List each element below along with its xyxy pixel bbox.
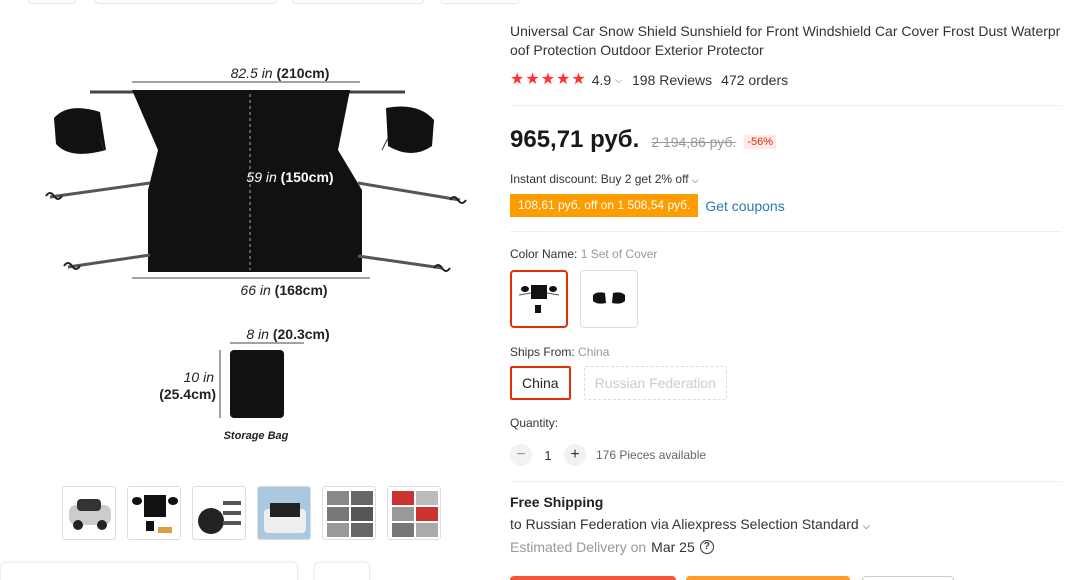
estimated-delivery: Estimated Delivery on Mar 25 ?	[510, 539, 1062, 555]
color-name-row: Color Name: 1 Set of Cover	[510, 247, 1062, 261]
top-tab[interactable]	[28, 0, 76, 4]
shipping-title: Free Shipping	[510, 494, 604, 510]
thumbnail-3[interactable]	[192, 486, 246, 540]
top-tab[interactable]	[292, 0, 424, 4]
reviews-link[interactable]: 198 Reviews	[632, 72, 712, 88]
bottom-card	[314, 562, 370, 580]
quantity-stepper: − 1 + 176 Pieces available	[510, 444, 1062, 466]
bottom-card	[0, 562, 298, 580]
quantity-available: 176 Pieces available	[596, 448, 707, 462]
product-page: 82.5 in (210cm) 59 in (150cm) 66 in (168…	[0, 0, 1078, 580]
rating-value[interactable]: 4.9	[592, 72, 611, 88]
product-title: Universal Car Snow Shield Sunshield for …	[510, 23, 1061, 58]
current-price: 965,71 руб.	[510, 126, 640, 153]
thumbnail-6[interactable]	[387, 486, 441, 540]
star-icon: ★	[510, 71, 525, 88]
star-icon: ★	[525, 71, 540, 88]
label-bag-width: 8 in (20.3cm)	[246, 326, 329, 342]
ships-from-options: China Russian Federation	[510, 366, 1062, 400]
chevron-down-icon: ⌵	[691, 175, 699, 185]
label-storage-bag: Storage Bag	[224, 430, 289, 442]
thumbnail-2[interactable]	[127, 486, 181, 540]
chevron-down-icon[interactable]: ⌵	[615, 75, 622, 86]
delivery-label: Estimated Delivery on	[510, 539, 647, 555]
delivery-date: Mar 25	[651, 539, 695, 555]
coupon-tag: 108,61 руб. off on 1 508,54 руб.	[510, 194, 699, 217]
original-price: 2 194,86 руб.	[651, 134, 737, 150]
wishlist-button[interactable]	[862, 576, 954, 580]
chevron-down-icon: ⌵	[862, 521, 871, 532]
thumbnail-strip	[62, 486, 441, 540]
star-icon: ★	[556, 71, 571, 88]
label-bag-height: 10 in	[184, 369, 215, 385]
label-top-width: 82.5 in (210cm)	[231, 65, 330, 81]
ships-from-row: Ships From: China	[510, 345, 1062, 359]
instant-discount[interactable]: Instant discount: Buy 2 get 2% off ⌵	[510, 172, 1062, 186]
divider	[510, 481, 1062, 482]
thumbnail-4[interactable]	[257, 486, 311, 540]
instant-discount-text: Instant discount: Buy 2 get 2% off	[510, 172, 689, 186]
star-rating: ★ ★ ★ ★ ★	[510, 72, 586, 88]
price-row: 965,71 руб. 2 194,86 руб. -56%	[510, 126, 1062, 154]
decrease-quantity-button[interactable]: −	[510, 444, 532, 466]
rating-row: ★ ★ ★ ★ ★ 4.9 ⌵ 198 Reviews 472 orders	[510, 71, 1062, 89]
top-tab[interactable]	[441, 0, 519, 4]
divider	[510, 231, 1062, 232]
shipping-method-text: to Russian Federation via Aliexpress Sel…	[510, 516, 859, 532]
thumbnail-5[interactable]	[322, 486, 376, 540]
help-icon[interactable]: ?	[699, 540, 714, 554]
coupon-row: 108,61 руб. off on 1 508,54 руб. Get cou…	[510, 194, 1062, 217]
ship-option-russia[interactable]: Russian Federation	[583, 366, 727, 400]
buy-now-button[interactable]	[510, 576, 676, 580]
storage-bag-image	[230, 350, 284, 418]
color-name-label: Color Name:	[510, 247, 578, 261]
thumbnail-1[interactable]	[62, 486, 116, 540]
increase-quantity-button[interactable]: +	[564, 444, 586, 466]
orders-count: 472 orders	[721, 72, 789, 88]
color-swatches	[510, 270, 1062, 328]
ships-from-value: China	[578, 345, 610, 359]
discount-badge: -56%	[744, 135, 777, 149]
label-height: 59 in (150cm)	[246, 169, 333, 185]
star-icon: ★	[571, 71, 586, 88]
shipping-method[interactable]: to Russian Federation via Aliexpress Sel…	[510, 516, 1062, 532]
label-bottom-width: 66 in (168cm)	[240, 282, 327, 298]
color-name-value: 1 Set of Cover	[580, 247, 658, 261]
add-to-cart-button[interactable]	[686, 576, 850, 580]
ship-option-china[interactable]: China	[510, 366, 571, 400]
top-tab[interactable]	[95, 0, 277, 4]
star-icon: ★	[540, 71, 556, 88]
ships-from-label: Ships From:	[510, 345, 575, 359]
get-coupons-link[interactable]: Get coupons	[705, 198, 784, 214]
swatch-mirror-covers[interactable]	[580, 270, 638, 328]
swatch-set-of-cover[interactable]	[510, 270, 568, 328]
divider	[510, 105, 1062, 106]
quantity-label: Quantity:	[510, 416, 559, 430]
main-product-image[interactable]: 82.5 in (210cm) 59 in (150cm) 66 in (168…	[40, 50, 480, 460]
label-bag-height-cm: (25.4cm)	[159, 386, 216, 402]
quantity-input[interactable]: 1	[532, 448, 564, 463]
product-info: Universal Car Snow Shield Sunshield for …	[510, 22, 1062, 555]
